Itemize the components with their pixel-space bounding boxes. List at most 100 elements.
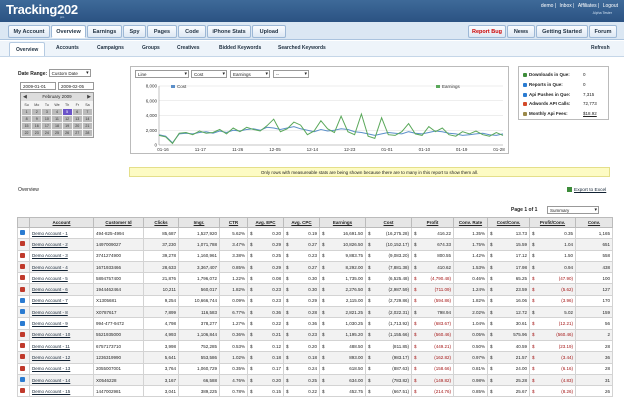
column-header[interactable]: Cost [365,217,412,228]
calendar-day[interactable]: 19 [62,123,72,129]
cell-clicks: 28,633 [143,260,179,274]
next-month-icon[interactable]: ▶ [87,93,91,101]
column-header[interactable]: Conv. Rate [453,217,488,228]
subtab-bidded-keywords[interactable]: Bidded Keywords [219,45,261,51]
top-link-inbox[interactable]: Inbox [560,3,572,9]
calendar-day[interactable]: 10 [42,116,52,122]
cell-account[interactable]: Demo Account - 3 [29,249,94,262]
cell-account[interactable]: Demo Account - 14 [29,373,94,387]
logo[interactable]: Tracking202 [6,2,78,17]
cell-account[interactable]: Demo Account - 11 [29,339,94,353]
calendar-day[interactable]: 23 [32,130,42,136]
subtab-accounts[interactable]: Accounts [56,45,79,51]
calendar-day[interactable]: 22 [22,130,32,136]
cell-account[interactable]: Demo Account - 5 [29,272,94,285]
cell-epc: $0.23 [247,294,284,308]
cell-customer-id: 994-477-9472 [93,317,144,330]
top-link-logout[interactable]: Logout [603,3,618,9]
cell-account[interactable]: Demo Account - 4 [29,260,94,274]
column-header[interactable]: Cost/Conv. [487,217,530,228]
date-preset-select[interactable]: Custom Date [48,69,91,77]
top-link-demo[interactable]: demo [541,3,554,9]
export-excel-link[interactable]: Export to Excel [567,187,606,193]
tab-spy[interactable]: Spy [123,25,146,38]
calendar-day[interactable]: 18 [52,123,62,129]
calendar-day[interactable]: 5 [62,109,72,115]
column-header[interactable]: Profit [411,217,454,228]
view-mode-select[interactable]: Summary [547,206,599,214]
subtab-groups[interactable]: Groups [142,45,160,51]
calendar-day[interactable]: 1 [22,109,32,115]
cell-account[interactable]: Demo Account - 10 [29,328,94,341]
tab-code[interactable]: Code [178,25,206,38]
refresh-link[interactable]: Refresh [591,45,610,51]
tab-forum[interactable]: Forum [589,25,617,38]
calendar-day[interactable]: 25 [52,130,62,136]
calendar-day[interactable]: 13 [72,116,82,122]
cell-account[interactable]: Demo Account - 8 [29,306,94,319]
calendar-day[interactable]: 28 [82,130,92,136]
column-header[interactable]: Profit/Conv. [529,217,576,228]
tab-overview[interactable]: Overview [51,25,86,38]
calendar-day[interactable]: 15 [22,123,32,129]
tab-getting-started[interactable]: Getting Started [536,25,588,38]
cell-account[interactable]: Demo Account - 6 [29,283,94,296]
top-link-affiliates[interactable]: Affiliates [578,3,597,9]
column-header[interactable]: Earnings [319,217,366,228]
tab-upload[interactable]: Upload [252,25,286,38]
column-header[interactable]: Account [29,217,94,228]
column-header[interactable]: CTR [219,217,248,228]
calendar-day[interactable]: 2 [32,109,42,115]
calendar-day[interactable]: 4 [52,109,62,115]
cell-account[interactable]: Demo Account - 13 [29,362,94,375]
tab-my-account[interactable]: My Account [8,25,50,38]
tab-iphone-stats[interactable]: iPhone Stats [207,25,251,38]
calendar-day[interactable]: 7 [82,109,92,115]
column-header[interactable]: Conv. [575,217,613,228]
cell-impr: 3,367,407 [178,260,220,274]
cell-account[interactable]: Demo Account - 15 [29,385,94,398]
cell-ctr: 6.77% [219,306,248,319]
cell-impr: 10,666,744 [178,294,220,308]
report-bug-button[interactable]: Report Bug [468,25,506,38]
column-header[interactable]: Avg. CPC [283,217,320,228]
calendar-day[interactable]: 17 [42,123,52,129]
prev-month-icon[interactable]: ◀ [23,93,27,101]
cell-account[interactable]: Demo Account - 12 [29,351,94,364]
column-header[interactable]: Avg. EPC [247,217,284,228]
cell-account[interactable]: Demo Account - 1 [29,226,94,240]
subtab-searched-keywords[interactable]: Searched Keywords [278,45,326,51]
calendar-day[interactable]: 9 [32,116,42,122]
subtab-campaigns[interactable]: Campaigns [97,45,124,51]
calendar-day[interactable]: 11 [52,116,62,122]
cell-cost-conv: $24.00 [487,362,530,375]
calendar-day[interactable]: 14 [82,116,92,122]
calendar-day[interactable]: 12 [62,116,72,122]
cell-account[interactable]: Demo Account - 2 [29,238,94,251]
calendar-day[interactable]: 20 [72,123,82,129]
cell-account[interactable]: Demo Account - 7 [29,294,94,308]
column-header[interactable]: Clicks [143,217,179,228]
subtab-creatives[interactable]: Creatives [177,45,200,51]
column-header[interactable]: Customer Id [93,217,144,228]
tab-earnings[interactable]: Earnings [87,25,122,38]
tab-pages[interactable]: Pages [147,25,177,38]
calendar-day[interactable]: 26 [62,130,72,136]
calendar-day[interactable]: 3 [42,109,52,115]
calendar-day[interactable]: 6 [72,109,82,115]
subtab-overview[interactable]: Overview [9,42,46,56]
cell-account[interactable]: Demo Account - 9 [29,317,94,330]
calendar-day[interactable]: 8 [22,116,32,122]
cell-impr: 752,285 [178,339,220,353]
row-icon-cell [17,317,30,330]
start-date-input[interactable]: 2009-01-01 [20,82,56,90]
y-tick-label: 8,000 [146,84,158,89]
tab-news[interactable]: News [507,25,535,38]
column-header[interactable]: Imgr. [178,217,220,228]
calendar-day[interactable]: 21 [82,123,92,129]
end-date-input[interactable]: 2009-02-05 [58,82,94,90]
x-tick-label: 11-26 [232,147,244,152]
calendar-day[interactable]: 27 [72,130,82,136]
calendar-day[interactable]: 24 [42,130,52,136]
calendar-day[interactable]: 16 [32,123,42,129]
